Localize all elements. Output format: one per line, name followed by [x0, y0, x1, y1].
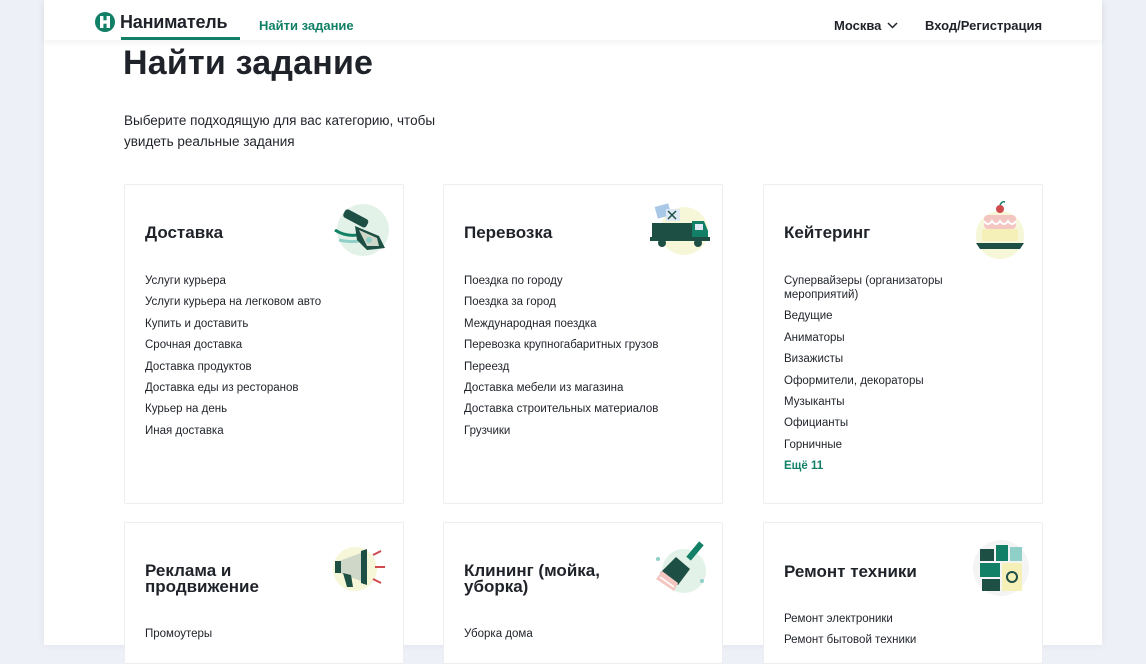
category-title: Доставка — [145, 223, 224, 242]
category-items: Ремонт электроники Ремонт бытовой техник… — [784, 612, 916, 655]
page-container: Наниматель Найти задание Москва Вход/Рег… — [44, 0, 1102, 664]
category-item[interactable]: Горничные — [784, 438, 984, 452]
logo-underline — [121, 37, 240, 40]
appliance-icon — [973, 540, 1029, 596]
category-item[interactable]: Музыканты — [784, 395, 984, 409]
category-item[interactable]: Курьер на день — [145, 402, 321, 416]
category-item[interactable]: Ремонт электроники — [784, 612, 916, 626]
category-item[interactable]: Услуги курьера — [145, 274, 321, 288]
category-item[interactable]: Промоутеры — [145, 627, 212, 641]
show-more-link[interactable]: Ещё 11 — [784, 460, 823, 472]
category-item[interactable]: Супервайзеры (организаторы мероприятий) — [784, 274, 984, 302]
category-title: Реклама и продвижение — [145, 561, 259, 596]
category-item[interactable]: Иная доставка — [145, 424, 321, 438]
category-item[interactable]: Поездка по городу — [464, 274, 658, 288]
category-item[interactable]: Переезд — [464, 360, 658, 374]
logo[interactable]: Наниматель — [94, 11, 228, 33]
truck-icon — [650, 203, 710, 255]
chevron-down-icon — [887, 22, 898, 29]
category-item[interactable]: Доставка мебели из магазина — [464, 381, 658, 395]
category-card-delivery[interactable]: Доставка Услуги курьера Услуги курьера н… — [124, 184, 404, 504]
category-item[interactable]: Оформители, декораторы — [784, 374, 984, 388]
top-header: Наниматель Найти задание Москва Вход/Рег… — [44, 0, 1102, 40]
category-item[interactable]: Купить и доставить — [145, 317, 321, 331]
category-card-catering[interactable]: Кейтеринг Супервайзеры (организаторы мер… — [763, 184, 1043, 504]
city-selector[interactable]: Москва — [834, 18, 898, 33]
category-items: Промоутеры — [145, 627, 212, 648]
city-label: Москва — [834, 18, 882, 33]
logo-icon — [95, 12, 115, 32]
category-items: Поездка по городу Поездка за город Между… — [464, 274, 658, 445]
category-title: Кейтеринг — [784, 223, 871, 242]
page-title: Найти задание — [123, 44, 374, 82]
category-title: Перевозка — [464, 223, 553, 242]
category-item[interactable]: Ремонт бытовой техники — [784, 633, 916, 647]
category-item[interactable]: Официанты — [784, 416, 984, 430]
brush-icon — [656, 541, 706, 593]
delivery-hand-icon — [334, 204, 389, 256]
nav-find-task[interactable]: Найти задание — [259, 18, 354, 33]
category-item[interactable]: Уборка дома — [464, 627, 533, 641]
category-item[interactable]: Грузчики — [464, 424, 658, 438]
category-items: Услуги курьера Услуги курьера на легково… — [145, 274, 321, 445]
category-item[interactable]: Срочная доставка — [145, 338, 321, 352]
category-item[interactable]: Ведущие — [784, 309, 984, 323]
category-title: Клининг (мойка, уборка) — [464, 561, 600, 596]
category-item[interactable]: Аниматоры — [784, 331, 984, 345]
category-item[interactable]: Доставка еды из ресторанов — [145, 381, 321, 395]
category-card-advertising[interactable]: Реклама и продвижение Промоутеры — [124, 522, 404, 664]
category-card-cleaning[interactable]: Клининг (мойка, уборка) Уборка дома — [443, 522, 723, 664]
category-item[interactable]: Доставка продуктов — [145, 360, 321, 374]
category-items: Уборка дома — [464, 627, 533, 648]
category-items: Супервайзеры (организаторы мероприятий) … — [784, 274, 984, 481]
page-subtitle: Выберите подходящую для вас категорию, ч… — [124, 113, 436, 149]
category-card-transportation[interactable]: Перевозка Поездка по городу Поездка за г… — [443, 184, 723, 504]
category-item[interactable]: Услуги курьера на легковом авто — [145, 295, 321, 309]
category-item[interactable]: Доставка строительных материалов — [464, 402, 658, 416]
category-item[interactable]: Международная поездка — [464, 317, 658, 331]
category-item[interactable]: Визажисты — [784, 352, 984, 366]
category-item[interactable]: Перевозка крупногабаритных грузов — [464, 338, 658, 352]
login-register-link[interactable]: Вход/Регистрация — [925, 18, 1042, 33]
category-item[interactable]: Поездка за город — [464, 295, 658, 309]
category-card-appliance-repair[interactable]: Ремонт техники Ремонт электроники Ремонт… — [763, 522, 1043, 664]
category-title: Ремонт техники — [784, 562, 917, 581]
logo-text: Наниматель — [120, 11, 228, 32]
cake-icon — [976, 201, 1024, 259]
megaphone-icon — [333, 547, 385, 591]
